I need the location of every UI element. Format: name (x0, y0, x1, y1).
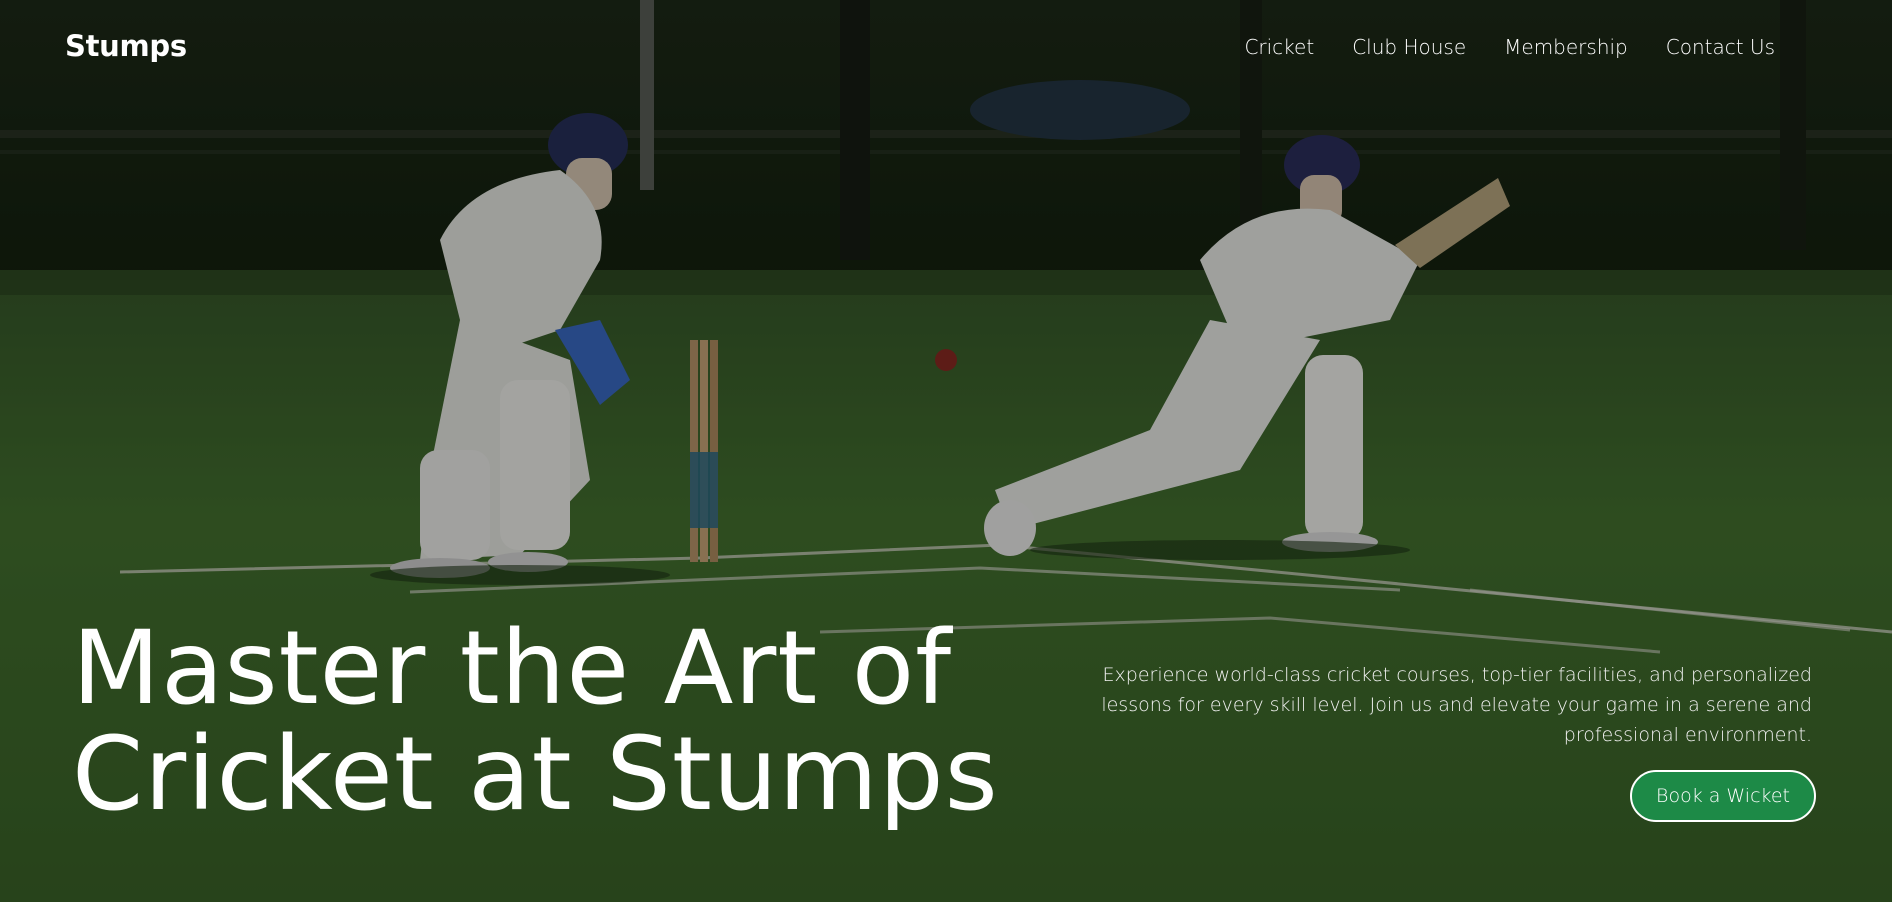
main-nav: Cricket Club House Membership Contact Us (1244, 35, 1775, 59)
hero-headline-line-2: Cricket at Stumps (72, 715, 999, 834)
nav-item-membership[interactable]: Membership (1504, 35, 1628, 59)
hero-tagline: Experience world-class cricket courses, … (1101, 664, 1812, 746)
nav-item-cricket[interactable]: Cricket (1244, 35, 1314, 59)
nav-item-club-house[interactable]: Club House (1352, 35, 1466, 59)
book-a-wicket-button[interactable]: Book a Wicket (1630, 770, 1816, 822)
site-logo[interactable]: Stumps (65, 29, 187, 63)
hero-headline-line-1: Master the Art of (72, 609, 953, 728)
nav-item-contact-us[interactable]: Contact Us (1666, 35, 1775, 59)
hero-headline: Master the Art of Cricket at Stumps (72, 616, 999, 828)
